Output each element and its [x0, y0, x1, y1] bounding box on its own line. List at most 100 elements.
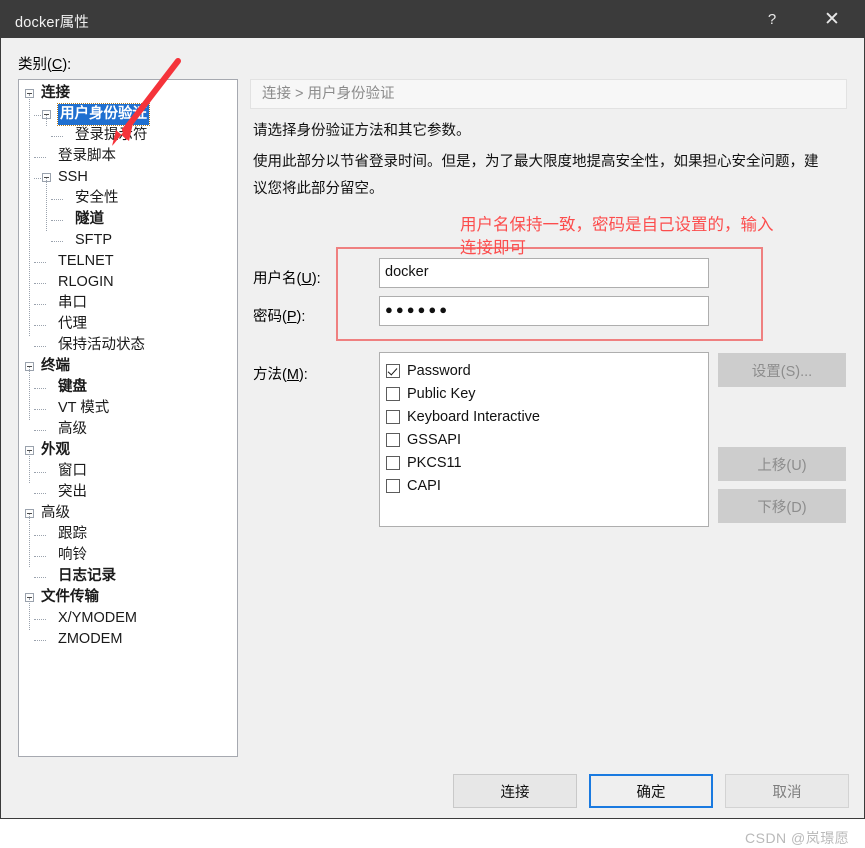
method-item-label: Password — [407, 362, 471, 379]
tree-connector — [34, 345, 46, 348]
tree-item-19[interactable]: 突出 — [19, 482, 237, 503]
tree-item-label: 日志记录 — [58, 568, 116, 584]
tree-item-26[interactable]: ZMODEM — [19, 629, 237, 650]
checkbox-icon[interactable] — [386, 386, 400, 401]
method-item[interactable]: PKCS11 — [386, 451, 708, 474]
tree-connector — [29, 93, 31, 336]
tree-connector — [34, 282, 46, 285]
checkbox-icon[interactable] — [386, 432, 400, 447]
method-item[interactable]: Password — [386, 359, 708, 382]
tree-item-label: 跟踪 — [58, 526, 87, 542]
category-tree[interactable]: 连接用户身份验证 登录提示符登录脚本 SSH 安全性隧道 SFTP TELNET RLOGI… — [18, 79, 238, 757]
tree-item-1[interactable]: 用户身份验证 — [19, 103, 237, 126]
tree-item-9[interactable]: RLOGIN — [19, 272, 237, 293]
tree-item-8[interactable]: TELNET — [19, 251, 237, 272]
connect-button[interactable]: 连接 — [453, 774, 577, 808]
tree-item-3[interactable]: 登录脚本 — [19, 146, 237, 167]
tree-item-14[interactable]: 键盘 — [19, 377, 237, 398]
settings-button[interactable]: 设置(S)... — [718, 353, 846, 387]
tree-item-11[interactable]: 代理 — [19, 314, 237, 335]
method-item-label: GSSAPI — [407, 431, 461, 448]
tree-connector — [34, 114, 41, 117]
tree-item-label: 连接 — [41, 85, 70, 101]
tree-item-label: 保持活动状态 — [58, 337, 145, 353]
method-item-label: PKCS11 — [407, 454, 462, 471]
annotation-text-line-1: 用户名保持一致，密码是自己设置的，输入 — [460, 216, 774, 234]
tree-item-label: 登录提示符 — [75, 127, 148, 143]
tree-connector — [51, 198, 63, 201]
tree-item-15[interactable]: VT 模式 — [19, 398, 237, 419]
method-item-label: Public Key — [407, 385, 476, 402]
tree-item-13[interactable]: 终端 — [19, 356, 237, 377]
method-item[interactable]: GSSAPI — [386, 428, 708, 451]
watermark: CSDN @岚璟愿 — [745, 830, 850, 846]
method-item-label: Keyboard Interactive — [407, 408, 540, 425]
password-label: 密码(P): — [253, 309, 306, 325]
tree-item-label: SFTP — [75, 232, 113, 248]
ok-button[interactable]: 确定 — [589, 774, 713, 808]
tree-item-label: VT 模式 — [58, 400, 110, 416]
method-list[interactable]: Password Public Key Keyboard Interactive GS… — [379, 352, 709, 527]
tree-item-25[interactable]: X/YMODEM — [19, 608, 237, 629]
tree-item-label: 突出 — [58, 484, 87, 500]
help-icon[interactable]: ? — [749, 1, 795, 38]
tree-item-label: 安全性 — [75, 190, 119, 206]
tree-connector — [29, 597, 31, 630]
tree-connector — [29, 513, 31, 567]
tree-connector — [34, 555, 46, 558]
tree-item-5[interactable]: 安全性 — [19, 188, 237, 209]
tree-item-2[interactable]: 登录提示符 — [19, 125, 237, 146]
checkbox-icon[interactable] — [386, 478, 400, 493]
tree-item-label: 高级 — [41, 505, 70, 521]
tree-item-label: 窗口 — [58, 463, 87, 479]
method-item[interactable]: CAPI — [386, 474, 708, 497]
tree-item-20[interactable]: 高级 — [19, 503, 237, 524]
tree-item-label: RLOGIN — [58, 274, 114, 290]
category-label-suffix: ): — [62, 57, 72, 73]
method-item-label: CAPI — [407, 477, 441, 494]
checkbox-icon[interactable] — [386, 455, 400, 470]
annotation-text-line-2: 连接即可 — [460, 239, 526, 257]
password-input[interactable]: ●●●●●● — [379, 296, 709, 326]
close-icon[interactable]: ✕ — [809, 1, 855, 38]
tree-item-16[interactable]: 高级 — [19, 419, 237, 440]
tree-item-label: 文件传输 — [41, 589, 99, 605]
tree-item-7[interactable]: SFTP — [19, 230, 237, 251]
tree-item-label: 响铃 — [58, 547, 87, 563]
move-down-button[interactable]: 下移(D) — [718, 489, 846, 523]
tree-connector — [29, 366, 31, 420]
username-input[interactable]: docker — [379, 258, 709, 288]
tree-item-label: 代理 — [58, 316, 87, 332]
tree-item-6[interactable]: 隧道 — [19, 209, 237, 230]
tree-item-4[interactable]: SSH — [19, 167, 237, 188]
tree-item-0[interactable]: 连接 — [19, 83, 237, 104]
tree-item-12[interactable]: 保持活动状态 — [19, 335, 237, 356]
method-label: 方法(M): — [253, 367, 308, 383]
tree-item-21[interactable]: 跟踪 — [19, 524, 237, 545]
tree-connector — [46, 177, 48, 231]
move-up-button[interactable]: 上移(U) — [718, 447, 846, 481]
cancel-button[interactable]: 取消 — [725, 774, 849, 808]
checkbox-icon[interactable] — [386, 409, 400, 424]
tree-item-23[interactable]: 日志记录 — [19, 566, 237, 587]
checkbox-checked-icon[interactable] — [386, 363, 400, 378]
tree-connector — [51, 135, 63, 138]
tree-item-label: 高级 — [58, 421, 87, 437]
tree-item-label: 隧道 — [75, 211, 104, 227]
category-label-prefix: 类别( — [18, 57, 52, 73]
properties-dialog: docker属性 ? ✕ 类别(C): 连接 用户身份验证 登录提示符 登录脚本 SSH… — [0, 0, 865, 846]
tree-connector — [34, 261, 46, 264]
tree-item-22[interactable]: 响铃 — [19, 545, 237, 566]
method-item[interactable]: Keyboard Interactive — [386, 405, 708, 428]
pane-description-line-1: 请选择身份验证方法和其它参数。 — [253, 123, 471, 139]
tree-connector — [34, 534, 46, 537]
title-bar: docker属性 ? ✕ — [1, 1, 864, 38]
tree-item-17[interactable]: 外观 — [19, 440, 237, 461]
method-item[interactable]: Public Key — [386, 382, 708, 405]
tree-connector — [34, 408, 46, 411]
tree-item-10[interactable]: 串口 — [19, 293, 237, 314]
tree-item-18[interactable]: 窗口 — [19, 461, 237, 482]
tree-item-label: 串口 — [58, 295, 87, 311]
tree-item-24[interactable]: 文件传输 — [19, 587, 237, 608]
tree-connector — [34, 471, 46, 474]
